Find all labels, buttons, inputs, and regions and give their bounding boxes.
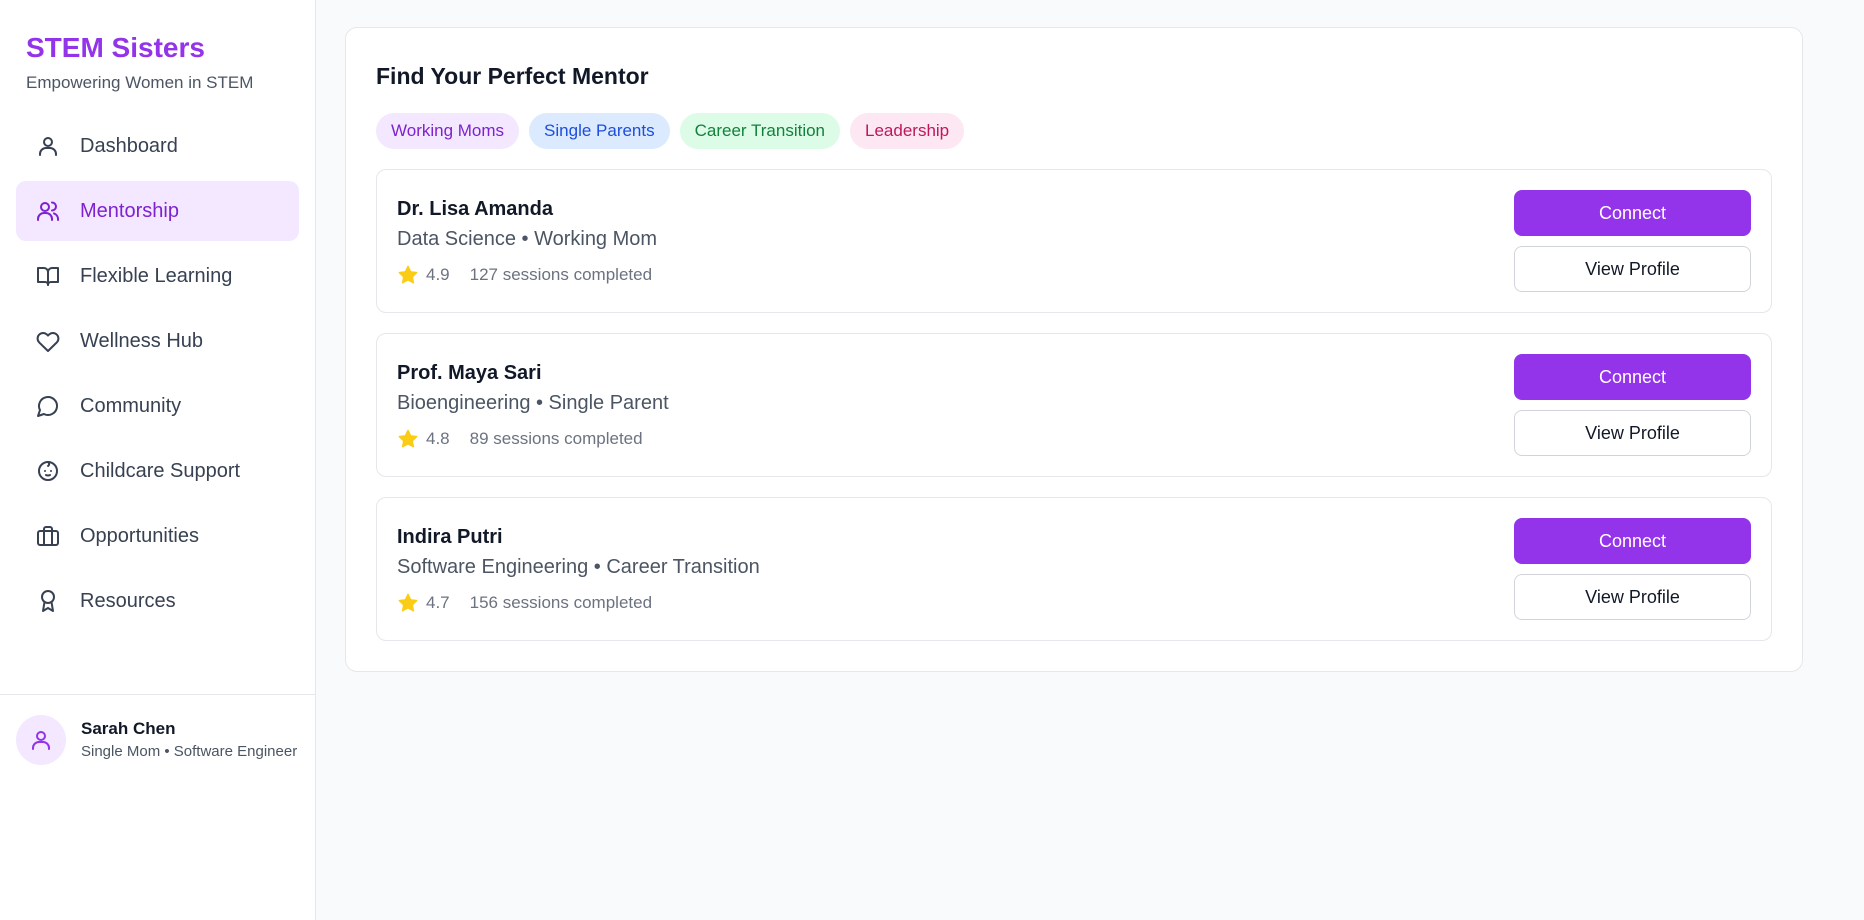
heart-icon <box>36 329 60 353</box>
mentor-panel: Find Your Perfect Mentor Working Moms Si… <box>345 27 1803 672</box>
mentor-name: Prof. Maya Sari <box>397 362 542 384</box>
mentor-sessions: 127 sessions completed <box>469 265 653 284</box>
connect-button[interactable]: Connect <box>1514 190 1751 236</box>
briefcase-icon <box>36 524 60 548</box>
star-icon <box>397 428 419 450</box>
star-icon <box>397 592 419 614</box>
mentor-card: Indira Putri Software Engineering • Care… <box>376 497 1772 641</box>
mentor-card: Dr. Lisa Amanda Data Science • Working M… <box>376 169 1772 313</box>
sidebar-item-resources[interactable]: Resources <box>16 571 299 631</box>
user-icon <box>36 134 60 158</box>
message-circle-icon <box>36 394 60 418</box>
users-icon <box>36 199 60 223</box>
brand-title[interactable]: STEM Sisters <box>26 30 289 66</box>
mentor-meta: 4.7 156 sessions completed <box>397 592 760 614</box>
star-icon <box>397 264 419 286</box>
user-name: Sarah Chen <box>81 719 176 738</box>
user-profile[interactable]: Sarah Chen Single Mom • Software Enginee… <box>0 694 315 785</box>
mentor-name: Dr. Lisa Amanda <box>397 198 553 220</box>
mentor-name: Indira Putri <box>397 526 503 548</box>
mentor-info: Indira Putri Software Engineering • Care… <box>397 524 760 614</box>
mentor-card: Prof. Maya Sari Bioengineering • Single … <box>376 333 1772 477</box>
mentor-meta: 4.8 89 sessions completed <box>397 428 669 450</box>
sidebar-item-label: Opportunities <box>80 524 199 547</box>
sidebar-item-mentorship[interactable]: Mentorship <box>16 181 299 241</box>
view-profile-button[interactable]: View Profile <box>1514 574 1751 620</box>
sidebar: STEM Sisters Empowering Women in STEM Da… <box>0 0 316 920</box>
sidebar-item-childcare-support[interactable]: Childcare Support <box>16 441 299 501</box>
tag-leadership[interactable]: Leadership <box>850 113 965 149</box>
mentor-actions: Connect View Profile <box>1514 190 1751 292</box>
brand-subtitle: Empowering Women in STEM <box>26 73 254 92</box>
mentor-rating: 4.8 <box>426 429 450 448</box>
sidebar-item-community[interactable]: Community <box>16 376 299 436</box>
mentor-list: Dr. Lisa Amanda Data Science • Working M… <box>376 169 1772 641</box>
sidebar-item-label: Dashboard <box>80 134 178 157</box>
user-role: Single Mom • Software Engineer <box>81 743 298 760</box>
avatar <box>16 715 66 765</box>
sidebar-item-label: Community <box>80 394 182 417</box>
connect-button[interactable]: Connect <box>1514 518 1751 564</box>
mentor-info: Prof. Maya Sari Bioengineering • Single … <box>397 360 669 450</box>
mentor-field: Data Science • Working Mom <box>397 228 658 250</box>
mentor-actions: Connect View Profile <box>1514 354 1751 456</box>
tag-career-transition[interactable]: Career Transition <box>679 113 841 149</box>
main-content: Find Your Perfect Mentor Working Moms Si… <box>316 0 1864 920</box>
sidebar-item-flexible-learning[interactable]: Flexible Learning <box>16 246 299 306</box>
tag-working-moms[interactable]: Working Moms <box>376 113 520 149</box>
award-icon <box>36 589 60 613</box>
mentor-rating: 4.7 <box>426 593 450 612</box>
mentor-field: Bioengineering • Single Parent <box>397 392 669 414</box>
app-root: STEM Sisters Empowering Women in STEM Da… <box>0 0 1864 920</box>
sidebar-nav: Dashboard Mentorship Flexible Learning W… <box>0 116 315 636</box>
sidebar-item-label: Resources <box>80 589 176 612</box>
sidebar-item-wellness-hub[interactable]: Wellness Hub <box>16 311 299 371</box>
view-profile-button[interactable]: View Profile <box>1514 246 1751 292</box>
sidebar-item-label: Flexible Learning <box>80 264 233 287</box>
mentor-actions: Connect View Profile <box>1514 518 1751 620</box>
sidebar-item-label: Childcare Support <box>80 459 241 482</box>
connect-button[interactable]: Connect <box>1514 354 1751 400</box>
mentor-rating: 4.9 <box>426 265 450 284</box>
user-info: Sarah Chen Single Mom • Software Enginee… <box>81 718 297 762</box>
book-open-icon <box>36 264 60 288</box>
tag-single-parents[interactable]: Single Parents <box>529 113 670 149</box>
view-profile-button[interactable]: View Profile <box>1514 410 1751 456</box>
mentor-sessions: 156 sessions completed <box>469 593 653 612</box>
mentor-sessions: 89 sessions completed <box>469 429 643 448</box>
page-title: Find Your Perfect Mentor <box>376 63 649 89</box>
mentor-field: Software Engineering • Career Transition <box>397 556 760 578</box>
brand: STEM Sisters Empowering Women in STEM <box>0 0 315 108</box>
user-icon <box>29 728 53 752</box>
sidebar-item-label: Mentorship <box>80 199 179 222</box>
sidebar-item-dashboard[interactable]: Dashboard <box>16 116 299 176</box>
sidebar-item-label: Wellness Hub <box>80 329 204 352</box>
filter-tags: Working Moms Single Parents Career Trans… <box>376 113 1772 149</box>
mentor-meta: 4.9 127 sessions completed <box>397 264 657 286</box>
mentor-info: Dr. Lisa Amanda Data Science • Working M… <box>397 196 657 286</box>
baby-icon <box>36 459 60 483</box>
sidebar-item-opportunities[interactable]: Opportunities <box>16 506 299 566</box>
